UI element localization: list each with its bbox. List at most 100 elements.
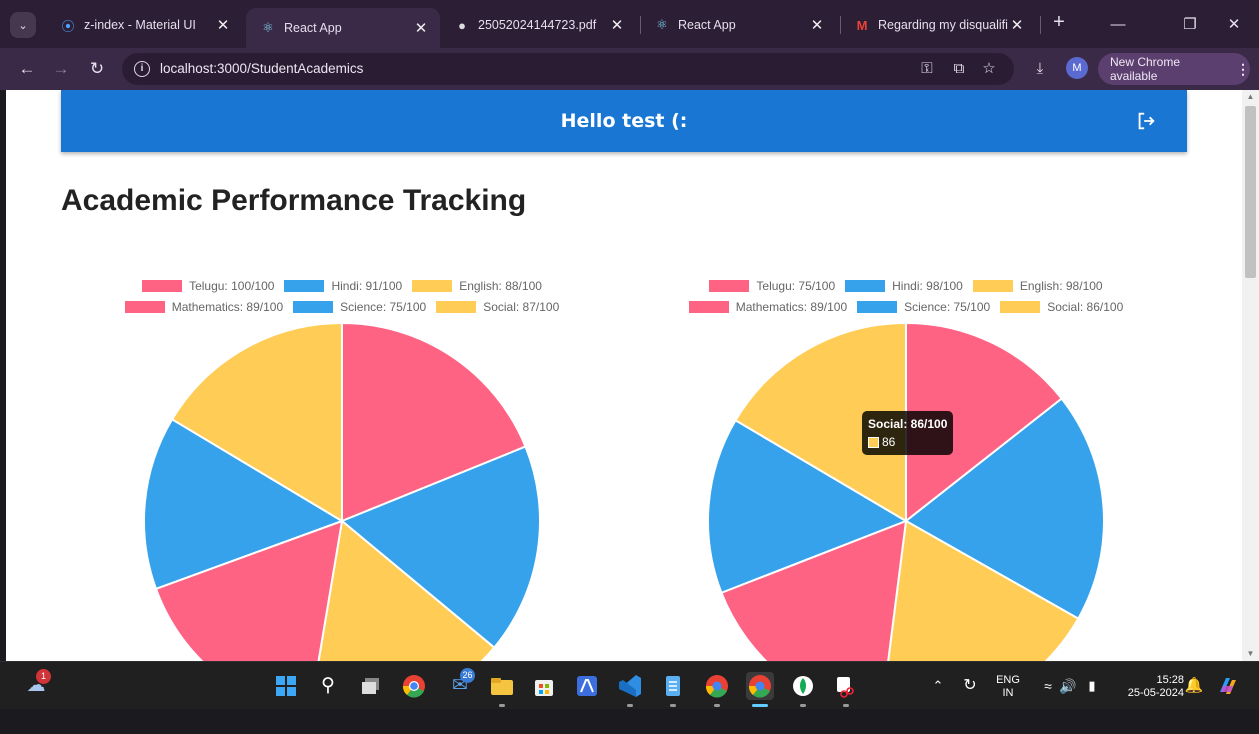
restore-icon[interactable]: ❐: [1172, 10, 1208, 38]
legend-item[interactable]: Mathematics: 89/100: [688, 299, 848, 314]
tooltip-swatch: [868, 436, 879, 448]
legend-label: Mathematics: 89/100: [171, 299, 284, 314]
password-key-icon[interactable]: ⚿: [918, 60, 936, 78]
close-tab-icon[interactable]: ✕: [214, 16, 232, 34]
close-window-icon[interactable]: ✕: [1216, 10, 1252, 38]
update-chip-label: New Chrome available: [1110, 55, 1181, 83]
legend-swatch: [857, 300, 898, 313]
running-indicator: [627, 704, 633, 707]
legend-swatch: [1000, 300, 1041, 313]
legend-swatch: [436, 300, 477, 313]
logout-icon[interactable]: [1135, 110, 1157, 132]
url-text[interactable]: localhost:3000/StudentAcademics: [160, 61, 363, 76]
tab-pdf[interactable]: ● 25052024144723.pdf ✕: [440, 8, 636, 42]
legend-row: Mathematics: 89/100 Science: 75/100 Social…: [626, 296, 1186, 317]
notification-bell-icon[interactable]: 🔔: [1180, 672, 1208, 700]
mongodb-icon[interactable]: [789, 672, 817, 700]
legend-swatch: [412, 279, 453, 292]
language-code: ENG: [996, 674, 1020, 686]
store-icon[interactable]: [530, 672, 558, 700]
address-bar[interactable]: i localhost:3000/StudentAcademics ⚿ ⧉ ☆: [122, 53, 1014, 85]
header-title: Hello test (:: [560, 110, 688, 132]
legend-item[interactable]: Social: 86/100: [1000, 300, 1123, 314]
editor-app-icon[interactable]: [573, 672, 601, 700]
legend-label: Mathematics: 89/100: [735, 299, 848, 314]
close-tab-icon[interactable]: ✕: [608, 16, 626, 34]
minimize-icon[interactable]: —: [1100, 10, 1136, 38]
windows-taskbar: ☁ 1 ⚲ ✉ 26 ⌃ ↻ ENG IN ≈ 🔊 ▮ 15:28 25-05-…: [0, 661, 1259, 709]
scroll-down-icon[interactable]: ▼: [1242, 647, 1259, 661]
tab-search-icon[interactable]: ⌄: [10, 12, 36, 38]
download-icon[interactable]: ⤓: [1030, 59, 1050, 79]
tab-separator: [1040, 16, 1041, 34]
pie-svg: [707, 321, 1105, 661]
forward-icon[interactable]: →: [48, 56, 74, 82]
legend-item[interactable]: Mathematics: 89/100: [124, 299, 284, 314]
legend-item[interactable]: Telugu: 100/100: [142, 279, 274, 293]
tab-title: Regarding my disqualific: [878, 18, 1008, 32]
more-menu-icon[interactable]: ⋮: [1236, 61, 1250, 78]
legend-item[interactable]: Hindi: 98/100: [845, 279, 963, 293]
snipping-tool-icon[interactable]: [832, 672, 860, 700]
tooltip-title: Social: 86/100: [868, 417, 948, 431]
tab-react-app[interactable]: ⚛ React App ✕: [640, 8, 836, 42]
legend-label: English: 88/100: [459, 278, 542, 293]
legend-item[interactable]: English: 88/100: [412, 279, 542, 293]
legend-item[interactable]: Science: 75/100: [293, 300, 426, 314]
legend-label: Science: 75/100: [904, 299, 991, 314]
site-info-icon[interactable]: i: [134, 61, 150, 77]
legend-label: Telugu: 100/100: [189, 278, 275, 293]
tab-gmail[interactable]: M Regarding my disqualific ✕: [840, 8, 1036, 42]
chrome-active-icon[interactable]: [746, 672, 774, 700]
legend-item[interactable]: Telugu: 75/100: [709, 279, 835, 293]
chevron-up-icon[interactable]: ⌃: [924, 672, 952, 700]
task-view-icon[interactable]: [358, 672, 386, 700]
vscode-icon[interactable]: [616, 672, 644, 700]
back-icon[interactable]: ←: [14, 56, 40, 82]
new-chrome-available-button[interactable]: New Chrome available ⋮: [1098, 53, 1250, 85]
close-tab-icon[interactable]: ✕: [808, 16, 826, 34]
page-scrollbar[interactable]: ▲ ▼: [1242, 90, 1259, 661]
tab-title: React App: [284, 21, 342, 35]
battery-icon[interactable]: ▮: [1078, 672, 1106, 700]
legend-swatch: [972, 279, 1013, 292]
legend-label: Science: 75/100: [340, 299, 427, 314]
profile-avatar[interactable]: M: [1066, 57, 1088, 79]
new-tab-icon[interactable]: +: [1048, 12, 1070, 34]
running-indicator: [800, 704, 806, 707]
legend-swatch: [124, 300, 165, 313]
search-icon[interactable]: ⚲: [314, 672, 342, 700]
clock-date: 25-05-2024: [1127, 687, 1184, 699]
file-explorer-icon[interactable]: [488, 672, 516, 700]
chrome-icon[interactable]: [400, 672, 428, 700]
clock[interactable]: 15:28 25-05-2024: [1108, 674, 1184, 700]
scroll-up-icon[interactable]: ▲: [1242, 90, 1259, 104]
close-tab-icon[interactable]: ✕: [412, 19, 430, 37]
legend-item[interactable]: Hindi: 91/100: [284, 279, 402, 293]
sync-icon[interactable]: ↻: [956, 672, 984, 700]
tab-z-index[interactable]: ⦿ z-index - Material UI ✕: [46, 8, 242, 42]
close-tab-icon[interactable]: ✕: [1008, 16, 1026, 34]
scroll-thumb[interactable]: [1245, 106, 1256, 278]
legend-item[interactable]: Science: 75/100: [857, 300, 990, 314]
bookmark-star-icon[interactable]: ☆: [980, 60, 998, 78]
notepad-icon[interactable]: [659, 672, 687, 700]
legend-label: Telugu: 75/100: [756, 278, 836, 293]
tab-react-app-active[interactable]: ⚛ React App ✕: [246, 8, 440, 48]
chart-legend: Telugu: 75/100 Hindi: 98/100 English: 98/1…: [626, 275, 1186, 317]
install-app-icon[interactable]: ⧉: [950, 60, 968, 78]
legend-swatch: [293, 300, 334, 313]
legend-label: Social: 87/100: [483, 299, 560, 314]
globe-icon: ●: [458, 17, 466, 33]
legend-item[interactable]: English: 98/100: [972, 279, 1103, 293]
running-indicator: [670, 704, 676, 707]
legend-swatch: [688, 300, 729, 313]
app-header: Hello test (:: [61, 90, 1187, 152]
mail-badge: 26: [460, 668, 475, 683]
copilot-icon[interactable]: [1214, 672, 1242, 700]
input-language[interactable]: ENG IN: [990, 674, 1026, 700]
reload-icon[interactable]: ↻: [84, 56, 110, 82]
legend-item[interactable]: Social: 87/100: [436, 300, 559, 314]
windows-start-icon[interactable]: [272, 672, 300, 700]
chrome-profile-icon[interactable]: [703, 672, 731, 700]
